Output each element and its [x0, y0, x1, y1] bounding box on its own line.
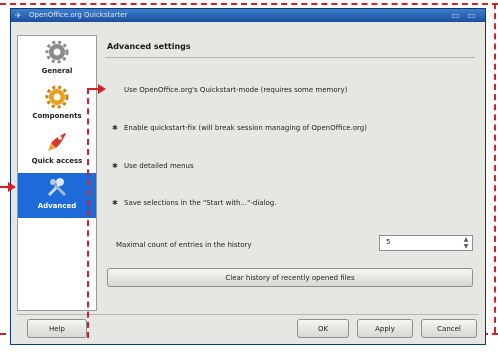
spin-down-icon[interactable]: ▼ [462, 244, 470, 250]
quickstarter-window: ✈ OpenOffice.org Quickstarter ▭ ▭ Genera… [10, 8, 486, 345]
components-icon [45, 85, 69, 109]
annotation-line-top [0, 3, 498, 5]
app-icon: ✈ [15, 11, 22, 20]
apply-button[interactable]: Apply [357, 319, 413, 338]
page-title: Advanced settings [107, 42, 191, 51]
option-save-selections[interactable]: ✱ Save selections in the "Start with..."-… [112, 197, 276, 209]
window-title: OpenOffice.org Quickstarter [29, 11, 128, 19]
option-quickstart-fix[interactable]: ✱ Enable quickstart-fix (will break sessi… [112, 122, 367, 134]
gear-icon [45, 40, 69, 64]
sidebar-item-components[interactable]: Components [18, 83, 96, 128]
advanced-tools-icon [45, 175, 69, 199]
sidebar-item-label: Quick access [31, 157, 83, 165]
annotation-line-right [494, 3, 496, 333]
help-button[interactable]: Help [27, 319, 87, 338]
clear-history-button[interactable]: Clear history of recently opened files [107, 268, 473, 287]
minimize-icon[interactable]: ▭ [451, 11, 460, 20]
option-detailed-menus[interactable]: ✱ Use detailed menus [112, 160, 194, 172]
sidebar-item-label: General [41, 67, 73, 75]
sidebar-item-label: Components [32, 112, 82, 120]
category-sidebar: General Components Quick access Advanced [17, 35, 97, 311]
sidebar-item-label: Advanced [37, 202, 77, 210]
cancel-button[interactable]: Cancel [421, 319, 477, 338]
history-count-label: Maximal count of entries in the history [116, 241, 252, 249]
divider [105, 57, 475, 58]
checkbox-checked[interactable]: ✱ [112, 160, 120, 172]
annotation-arrow-icon [8, 182, 16, 192]
annotation-line [87, 88, 89, 338]
title-bar[interactable]: ✈ OpenOffice.org Quickstarter ▭ ▭ [11, 9, 485, 22]
history-count-spinbox[interactable]: 5 ▲ ▼ [379, 235, 473, 251]
close-icon[interactable]: ▭ [467, 11, 476, 20]
sidebar-item-general[interactable]: General [18, 38, 96, 83]
option-quickstart-mode[interactable]: Use OpenOffice.org's Quickstart-mode (re… [112, 84, 347, 96]
checkbox-checked[interactable]: ✱ [112, 122, 120, 134]
history-count-value[interactable]: 5 [386, 238, 390, 246]
sidebar-item-quick-access[interactable]: Quick access [18, 128, 96, 173]
ok-button[interactable]: OK [297, 319, 349, 338]
annotation-line [0, 186, 8, 188]
checkbox-checked[interactable]: ✱ [112, 197, 120, 209]
annotation-arrow-icon [98, 84, 106, 94]
sidebar-item-advanced[interactable]: Advanced [18, 173, 96, 218]
rocket-icon [45, 130, 69, 154]
